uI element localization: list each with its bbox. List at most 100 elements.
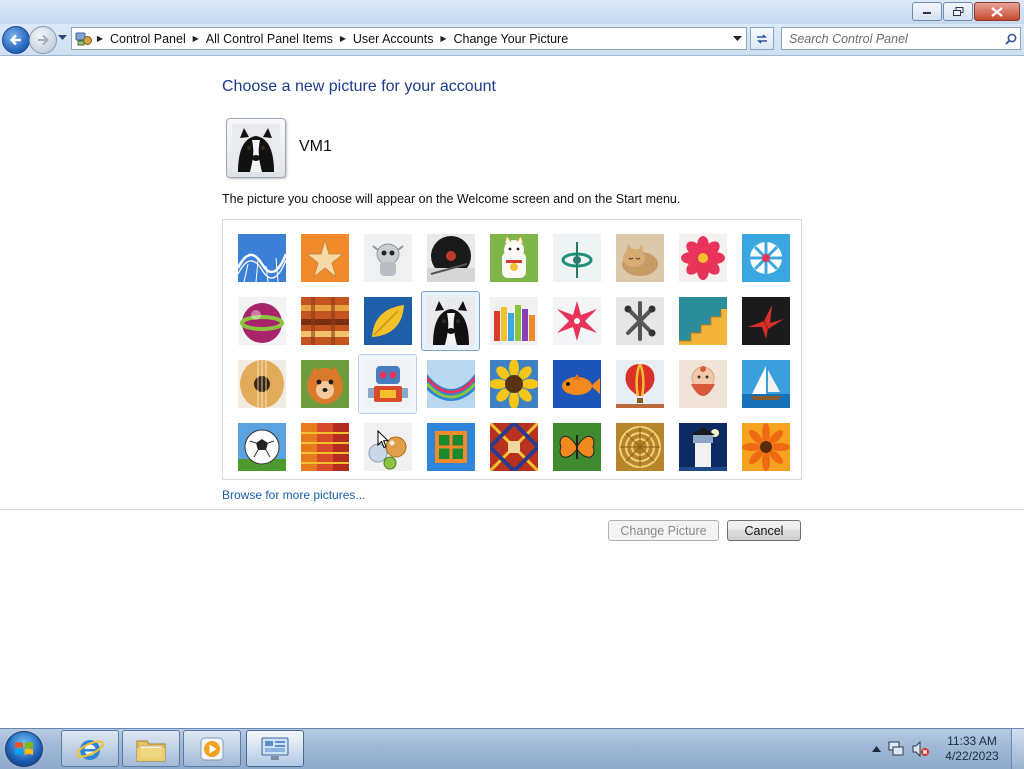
picture-tile-jacks[interactable] — [610, 291, 669, 351]
picture-tile-guitar[interactable] — [232, 354, 291, 414]
gerbera-picture-icon — [741, 423, 790, 471]
page-title: Choose a new picture for your account — [222, 78, 496, 95]
picture-tile-kitten[interactable] — [610, 228, 669, 288]
taskbar-media-player[interactable] — [183, 730, 241, 767]
refresh-button[interactable] — [750, 27, 774, 50]
close-button[interactable] — [974, 2, 1020, 21]
control-panel-icon — [261, 737, 289, 760]
record-player-picture-icon — [426, 234, 475, 282]
picture-tile-dog[interactable] — [421, 291, 480, 351]
forward-arrow-icon — [38, 34, 49, 46]
picture-tile-sunflower[interactable] — [484, 354, 543, 414]
leaf-picture-icon — [363, 297, 412, 345]
picture-gallery — [222, 219, 802, 480]
browse-more-pictures-link[interactable]: Browse for more pictures... — [222, 488, 365, 502]
close-icon — [991, 6, 1003, 17]
picture-tile-fish[interactable] — [547, 354, 606, 414]
breadcrumb-change-picture[interactable]: Change Your Picture — [450, 32, 571, 46]
picture-tile-butterfly[interactable] — [547, 417, 606, 477]
picture-tile-doll[interactable] — [673, 354, 732, 414]
picture-tile-puppy[interactable] — [295, 354, 354, 414]
address-history-dropdown[interactable] — [728, 28, 746, 49]
picture-tile-starfish[interactable] — [295, 228, 354, 288]
picture-tile-hammock[interactable] — [421, 354, 480, 414]
picture-tile-hot-air-balloon[interactable] — [610, 354, 669, 414]
picture-tile-crayons[interactable] — [484, 291, 543, 351]
breadcrumb-user-accounts[interactable]: User Accounts — [350, 32, 437, 46]
picture-tile-shell[interactable] — [610, 417, 669, 477]
internet-explorer-icon — [76, 739, 104, 760]
breadcrumb: ▶ Control Panel ▶ All Control Panel Item… — [93, 32, 571, 46]
picture-tile-spinning-top[interactable] — [547, 228, 606, 288]
picture-tile-fabric[interactable] — [295, 291, 354, 351]
search-box[interactable] — [781, 27, 1021, 50]
picture-tile-star[interactable] — [547, 291, 606, 351]
show-desktop-button[interactable] — [1011, 729, 1024, 769]
change-picture-button[interactable]: Change Picture — [608, 520, 719, 541]
control-panel-icon — [75, 32, 92, 45]
picture-tile-gerbera[interactable] — [736, 417, 795, 477]
picture-tile-flower[interactable] — [673, 228, 732, 288]
notification-area: 11:33 AM 4/22/2023 — [867, 729, 1024, 769]
rug-picture-icon — [489, 423, 538, 471]
breadcrumb-separator-icon[interactable]: ▶ — [336, 34, 350, 43]
lighthouse-picture-icon — [678, 423, 727, 471]
system-clock[interactable]: 11:33 AM 4/22/2023 — [933, 734, 1011, 764]
breadcrumb-separator-icon[interactable]: ▶ — [436, 34, 450, 43]
minimize-button[interactable] — [912, 2, 942, 21]
breadcrumb-all-items[interactable]: All Control Panel Items — [203, 32, 336, 46]
sailboat-picture-icon — [741, 360, 790, 408]
picture-tile-soccer-ball[interactable] — [232, 417, 291, 477]
clock-time: 11:33 AM — [947, 734, 997, 748]
picture-tile-marbles[interactable] — [358, 417, 417, 477]
picture-tile-record-player[interactable] — [421, 228, 480, 288]
picture-tile-textile[interactable] — [295, 417, 354, 477]
guitar-picture-icon — [237, 360, 286, 408]
picture-tile-paper-crane[interactable] — [736, 291, 795, 351]
picture-tile-roller-coaster[interactable] — [232, 228, 291, 288]
taskbar-control-panel[interactable] — [246, 730, 304, 767]
doll-picture-icon — [678, 360, 727, 408]
lucky-cat-picture-icon — [489, 234, 538, 282]
dog-picture-icon — [426, 297, 475, 345]
address-bar[interactable]: ▶ Control Panel ▶ All Control Panel Item… — [71, 27, 747, 50]
refresh-icon — [757, 33, 767, 44]
picture-tile-robot[interactable] — [358, 354, 417, 414]
forward-button[interactable] — [29, 26, 57, 54]
windows-logo-icon — [15, 742, 33, 755]
picture-tile-lucky-cat[interactable] — [484, 228, 543, 288]
search-icon[interactable] — [1002, 33, 1020, 45]
picture-tile-stairs[interactable] — [673, 291, 732, 351]
volume-control[interactable] — [909, 741, 933, 757]
start-button[interactable] — [5, 731, 43, 767]
picture-tile-ball[interactable] — [232, 291, 291, 351]
search-input[interactable] — [782, 29, 1002, 48]
picture-tile-lighthouse[interactable] — [673, 417, 732, 477]
maximize-button[interactable] — [943, 2, 973, 21]
network-status[interactable] — [885, 741, 909, 757]
window-picture-icon — [426, 423, 475, 471]
back-button[interactable] — [2, 26, 30, 54]
show-hidden-icons-button[interactable] — [867, 746, 885, 752]
picture-tile-rug[interactable] — [484, 417, 543, 477]
navigation-bar: ▶ Control Panel ▶ All Control Panel Item… — [0, 24, 1024, 56]
taskbar-internet-explorer[interactable] — [61, 730, 119, 767]
picture-tile-sailboat[interactable] — [736, 354, 795, 414]
picture-tile-pinwheel[interactable] — [736, 228, 795, 288]
picture-tile-leaf[interactable] — [358, 291, 417, 351]
taskbar: 11:33 AM 4/22/2023 — [0, 728, 1024, 769]
breadcrumb-control-panel[interactable]: Control Panel — [107, 32, 189, 46]
textile-picture-icon — [300, 423, 349, 471]
breadcrumb-separator-icon[interactable]: ▶ — [189, 34, 203, 43]
cancel-button[interactable]: Cancel — [727, 520, 801, 541]
butterfly-picture-icon — [552, 423, 601, 471]
recent-pages-dropdown-icon[interactable] — [58, 35, 67, 41]
taskbar-file-explorer[interactable] — [122, 730, 180, 767]
current-account-picture — [226, 118, 286, 178]
content-area: Choose a new picture for your account VM… — [0, 56, 1024, 728]
picture-tile-window[interactable] — [421, 417, 480, 477]
picture-tile-toy-alien[interactable] — [358, 228, 417, 288]
breadcrumb-separator-icon[interactable]: ▶ — [93, 34, 107, 43]
dog-picture-icon — [232, 124, 280, 172]
caption-buttons — [912, 2, 1020, 21]
